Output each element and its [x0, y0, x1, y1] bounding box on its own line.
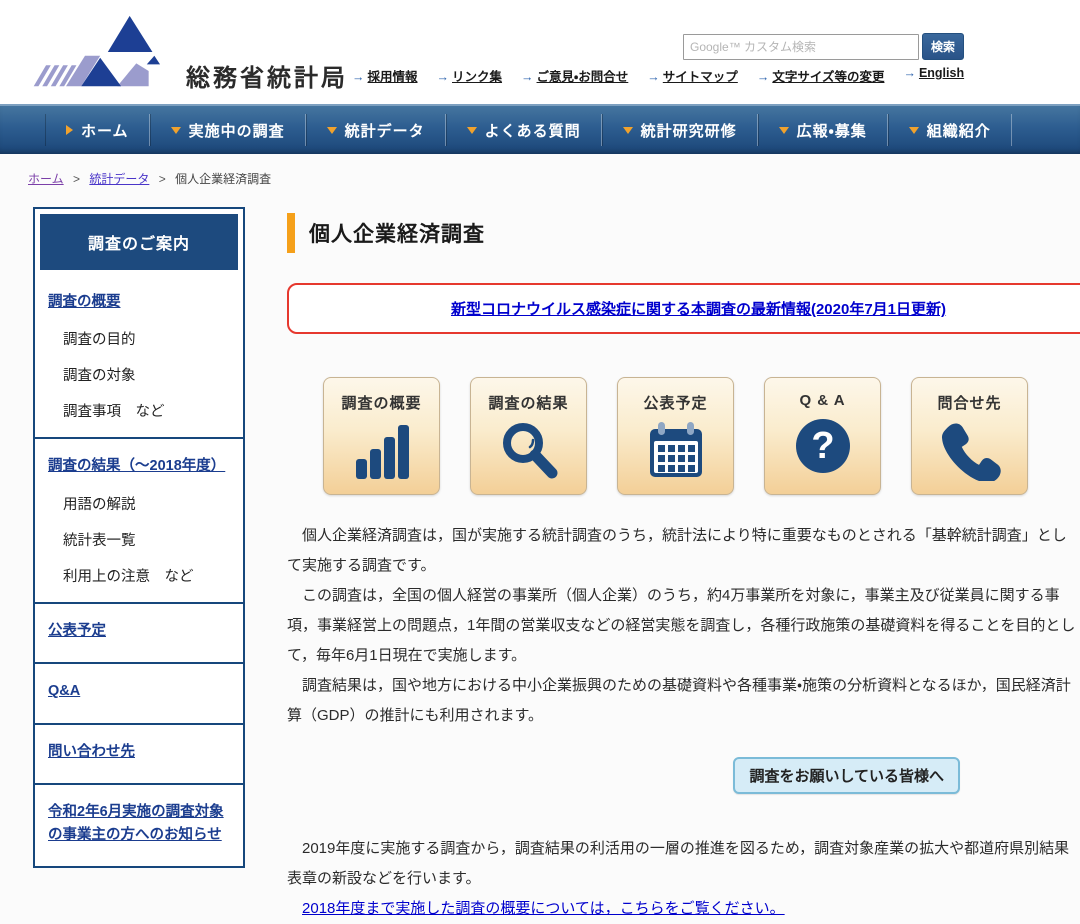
sidebar: 調査のご案内 調査の概要 調査の目的 調査の対象 調査事項 など 調査の結果（～… [33, 207, 245, 868]
link-2018-survey-overview[interactable]: 2018年度まで実施した調査の概要については，こちらをご覧ください。 [302, 900, 785, 917]
search-button[interactable]: 検索 [922, 33, 964, 60]
main-content: 個人企業経済調査 新型コロナウイルス感染症に関する本調査の最新情報(2020年7… [245, 207, 1080, 924]
search-area: 検索 [683, 33, 964, 60]
nav-item-pr[interactable]: 広報・募集 [758, 106, 888, 154]
search-input[interactable] [683, 34, 919, 60]
breadcrumb: ホーム > 統計データ > 個人企業経済調査 [0, 154, 1080, 193]
paragraph-2018-link-line: 2018年度まで実施した調査の概要については，こちらをご覧ください。 [287, 894, 1080, 924]
arrow-right-icon: → [903, 66, 916, 80]
sidebar-item-purpose: 調査の目的 [63, 328, 230, 349]
paragraph-2019-changes: 2019年度に実施する調査から，調査結果の利活用の一層の推進を図るため，調査対象… [287, 834, 1080, 894]
covid-notice-box: 新型コロナウイルス感染症に関する本調査の最新情報(2020年7月1日更新) [287, 283, 1080, 334]
site-header: 総務省統計局 検索 →採用情報 →リンク集 →ご意見・お問合せ →サイトマップ … [0, 0, 1080, 104]
chevron-down-icon [779, 127, 789, 134]
svg-text:?: ? [811, 425, 834, 467]
header-utility-links: →採用情報 →リンク集 →ご意見・お問合せ →サイトマップ →文字サイズ等の変更… [352, 66, 964, 85]
intro-paragraphs: 個人企業経済調査は，国が実施する統計調査のうち，統計法により特に重要なものとされ… [287, 521, 1080, 731]
nav-item-faq[interactable]: よくある質問 [446, 106, 602, 154]
site-name: 総務省統計局 [186, 58, 348, 93]
sidebar-link-release-schedule[interactable]: 公表予定 [48, 620, 230, 642]
chevron-down-icon [909, 127, 919, 134]
page-title-text: 個人企業経済調査 [295, 218, 485, 248]
nav-item-training[interactable]: 統計研究研修 [602, 106, 758, 154]
sidebar-item-glossary: 用語の解説 [63, 493, 230, 514]
breadcrumb-home[interactable]: ホーム [28, 172, 64, 186]
bottom-paragraphs: 2019年度に実施する調査から，調査結果の利活用の一層の推進を図るため，調査対象… [287, 834, 1080, 924]
quick-button-survey-overview[interactable]: 調査の概要 [323, 377, 440, 495]
chevron-down-icon [171, 127, 181, 134]
sidebar-link-survey-overview[interactable]: 調査の概要 [48, 291, 230, 313]
chevron-down-icon [623, 127, 633, 134]
magnifier-icon [497, 419, 561, 486]
sidebar-link-survey-results[interactable]: 調査の結果（～2018年度） [48, 455, 230, 477]
phone-icon [938, 419, 1002, 486]
header-link-sitemap[interactable]: →サイトマップ [647, 66, 738, 85]
quick-button-release-schedule[interactable]: 公表予定 [617, 377, 734, 495]
arrow-right-icon: → [647, 70, 660, 84]
nav-item-organization[interactable]: 組織紹介 [888, 106, 1012, 154]
breadcrumb-statistics-data[interactable]: 統計データ [89, 172, 149, 186]
sidebar-group-results: 調査の結果（～2018年度） 用語の解説 統計表一覧 利用上の注意 など [35, 437, 243, 601]
sidebar-title: 調査のご案内 [40, 214, 238, 270]
cta-row: 調査をお願いしている皆様へ [287, 757, 960, 794]
sidebar-link-qa[interactable]: Q&A [48, 680, 230, 702]
paragraph-survey-usage: 調査結果は，国や地方における中小企業振興のための基礎資料や各種事業・施策の分析資… [287, 671, 1080, 731]
sidebar-group-release-schedule: 公表予定 [35, 602, 243, 662]
sidebar-group-qa: Q&A [35, 662, 243, 722]
title-accent-bar [287, 213, 295, 253]
sidebar-item-usage-notes: 利用上の注意 など [63, 565, 230, 586]
global-nav: ホーム 実施中の調査 統計データ よくある質問 統計研究研修 広報・募集 組織紹… [0, 104, 1080, 154]
arrow-right-icon [66, 125, 73, 135]
chevron-down-icon [327, 127, 337, 134]
nav-item-home[interactable]: ホーム [45, 106, 150, 154]
sidebar-group-notice: 令和2年6月実施の調査対象の事業主の方へのお知らせ [35, 783, 243, 866]
sidebar-item-table-list: 統計表一覧 [63, 529, 230, 550]
page-title: 個人企業経済調査 [287, 213, 1080, 253]
survey-participants-button[interactable]: 調査をお願いしている皆様へ [733, 757, 960, 794]
bar-chart-icon [350, 419, 414, 486]
sidebar-item-target: 調査の対象 [63, 364, 230, 385]
question-icon: ? [791, 415, 855, 482]
sidebar-group-overview: 調査の概要 調査の目的 調査の対象 調査事項 など [35, 275, 243, 437]
paragraph-basic-survey: 個人企業経済調査は，国が実施する統計調査のうち，統計法により特に重要なものとされ… [287, 521, 1080, 581]
paragraph-survey-scope: この調査は，全国の個人経営の事業所（個人企業）のうち，約4万事業所を対象に，事業… [287, 581, 1080, 671]
header-link-links[interactable]: →リンク集 [437, 66, 503, 85]
quick-link-buttons: 調査の概要 調査の結果 [287, 377, 1080, 495]
calendar-icon [644, 419, 708, 486]
header-link-fontsize[interactable]: →文字サイズ等の変更 [757, 66, 885, 85]
nav-item-current-surveys[interactable]: 実施中の調査 [150, 106, 306, 154]
nav-item-statistics-data[interactable]: 統計データ [306, 106, 446, 154]
arrow-right-icon: → [521, 70, 534, 84]
breadcrumb-current-page: 個人企業経済調査 [175, 172, 271, 186]
header-link-english[interactable]: →English [903, 66, 964, 85]
arrow-right-icon: → [437, 70, 450, 84]
breadcrumb-separator: > [159, 172, 166, 186]
arrow-right-icon: → [757, 70, 770, 84]
quick-button-survey-results[interactable]: 調査の結果 [470, 377, 587, 495]
content-area: 調査のご案内 調査の概要 調査の目的 調査の対象 調査事項 など 調査の結果（～… [0, 193, 1080, 924]
sidebar-link-contact[interactable]: 問い合わせ先 [48, 741, 230, 763]
header-link-contact[interactable]: →ご意見・お問合せ [521, 66, 628, 85]
sidebar-group-contact: 問い合わせ先 [35, 723, 243, 783]
stat-bureau-logo-icon [28, 8, 180, 101]
covid-notice-link[interactable]: 新型コロナウイルス感染症に関する本調査の最新情報(2020年7月1日更新) [451, 301, 946, 318]
breadcrumb-separator: > [73, 172, 80, 186]
quick-button-qa[interactable]: Q & A ? [764, 377, 881, 495]
quick-button-contact[interactable]: 問合せ先 [911, 377, 1028, 495]
sidebar-link-reiwa2-notice[interactable]: 令和2年6月実施の調査対象の事業主の方へのお知らせ [48, 801, 230, 846]
arrow-right-icon: → [352, 70, 365, 84]
header-link-recruit[interactable]: →採用情報 [352, 66, 418, 85]
sidebar-item-items: 調査事項 など [63, 400, 230, 421]
chevron-down-icon [467, 127, 477, 134]
